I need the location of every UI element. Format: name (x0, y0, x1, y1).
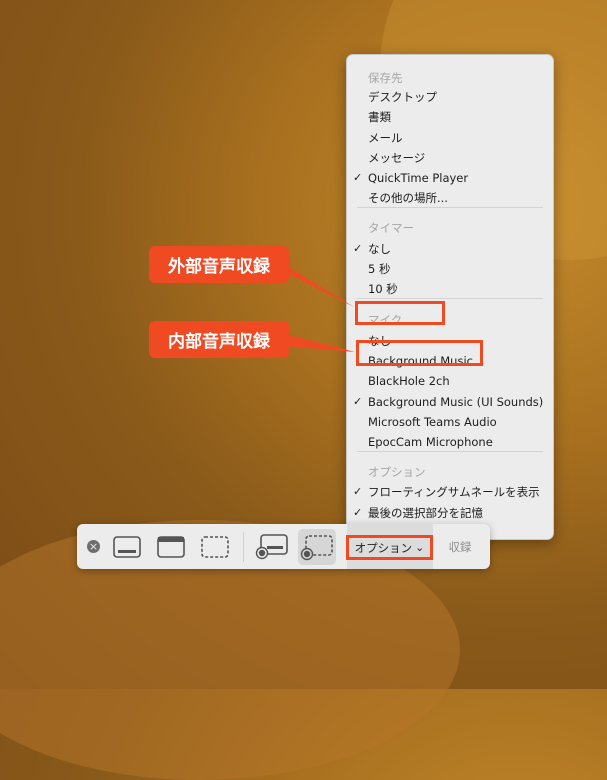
options-button[interactable]: オプション ⌄ (346, 535, 433, 560)
record-screen-icon[interactable] (255, 532, 289, 560)
options-label: オプション (354, 540, 413, 555)
callout-arrows (280, 262, 355, 352)
callout-internal-audio: 内部音声収録 (149, 321, 289, 358)
capture-selection-icon[interactable] (201, 534, 229, 559)
record-button[interactable]: 収録 (439, 538, 481, 556)
toolbar-divider (243, 532, 244, 562)
close-icon[interactable]: × (87, 540, 100, 553)
highlight-mic-header (355, 301, 445, 325)
callout-external-audio: 外部音声収録 (149, 246, 289, 283)
capture-screen-icon[interactable] (113, 534, 141, 559)
screenshot-toolbar: × オプション ⌄ 収録 (77, 524, 490, 569)
capture-window-icon[interactable] (157, 534, 185, 559)
arrow-internal (285, 334, 355, 352)
arrow-external (280, 262, 354, 307)
record-selection-icon[interactable] (298, 529, 336, 565)
highlight-background-music (356, 340, 483, 366)
chevron-down-icon: ⌄ (415, 541, 425, 554)
